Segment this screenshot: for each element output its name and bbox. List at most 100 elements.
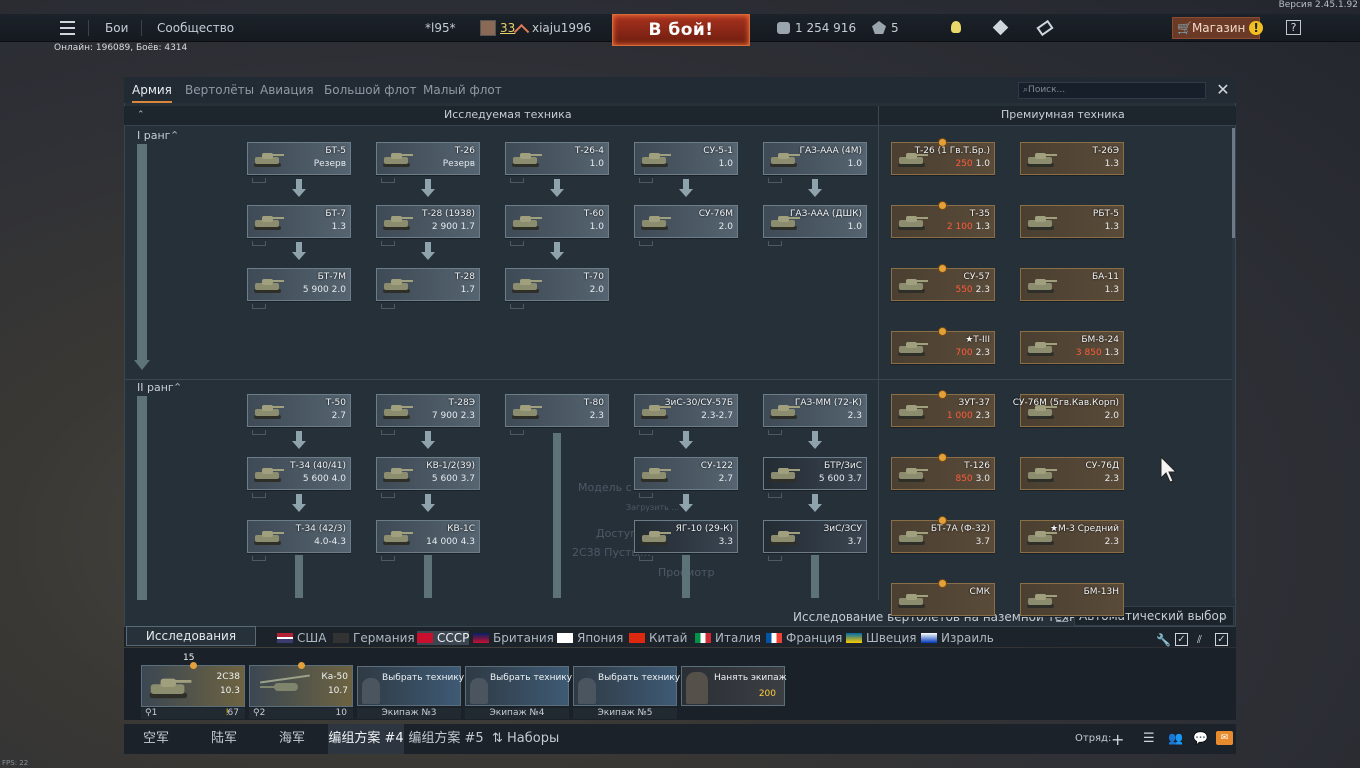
vehicle-icon: [1026, 276, 1057, 294]
tab-aviation[interactable]: Авиация: [260, 77, 314, 103]
vehicle-card[interactable]: ЯГ-10 (29-К) 3.3: [634, 520, 738, 561]
lightbulb-icon[interactable]: [951, 21, 961, 33]
vehicle-card[interactable]: Т-28 (1938) 2 900 1.7: [376, 205, 480, 246]
vehicle-card[interactable]: Т-34 (40/41) 5 600 4.0: [247, 457, 351, 498]
tab-helicopters[interactable]: Вертолёты: [185, 77, 254, 103]
premium-vehicle-card[interactable]: Т-126 850 3.0: [891, 453, 995, 490]
presets-button[interactable]: ⇅ Наборы: [492, 724, 559, 754]
tab-ground-preset[interactable]: 陆军: [200, 724, 248, 754]
chat-icon[interactable]: 💬: [1193, 731, 1208, 745]
vehicle-card[interactable]: ЗиС/ЗСУ 3.7: [763, 520, 867, 561]
nation-tab-usa[interactable]: США: [277, 631, 326, 645]
vehicle-card[interactable]: БТ-7 1.3: [247, 205, 351, 246]
premium-vehicle-card[interactable]: БА-11 1.3: [1020, 268, 1124, 301]
nation-tab-france[interactable]: Франция: [766, 631, 842, 645]
premium-vehicle-card[interactable]: СУ-76Д 2.3: [1020, 457, 1124, 490]
scrollbar[interactable]: [1232, 128, 1235, 598]
tab-army[interactable]: Армия: [132, 77, 172, 103]
nation-tab-ussr[interactable]: СССР: [417, 631, 470, 645]
premium-vehicle-card[interactable]: РБТ-5 1.3: [1020, 205, 1124, 238]
contacts-icon[interactable]: 👥: [1168, 731, 1183, 745]
chevron-up-icon[interactable]: ⌃: [170, 129, 179, 142]
vehicle-card[interactable]: Т-34 (42/3) 4.0-4.3: [247, 520, 351, 561]
hamburger-icon[interactable]: [60, 21, 75, 35]
premium-vehicle-card[interactable]: СУ-76М (5гв.Кав.Корп) 2.0: [1013, 394, 1124, 427]
premium-vehicle-card[interactable]: СМК: [891, 579, 995, 616]
chevron-up-icon[interactable]: ⌃: [173, 381, 182, 394]
vehicle-card[interactable]: БТР/ЗиС 5 600 3.7: [763, 457, 867, 498]
vehicle-card[interactable]: СУ-76М 2.0: [634, 205, 738, 246]
tab-preset-5[interactable]: 编组方案 #5: [408, 724, 484, 754]
vehicle-card[interactable]: Т-28Э 7 900 2.3: [376, 394, 480, 435]
vehicle-icon: [382, 465, 413, 483]
username[interactable]: xiaju1996: [532, 14, 591, 42]
to-battle-button[interactable]: В бой!: [612, 14, 750, 46]
premium-vehicle-card[interactable]: БТ-7А (Ф-32) 3.7: [891, 516, 995, 553]
vehicle-icon: [897, 528, 928, 546]
vehicle-card[interactable]: ГАЗ-ААА (4М) 1.0: [763, 142, 867, 183]
vehicle-card[interactable]: Т-26-4 1.0: [505, 142, 609, 183]
premium-vehicle-card[interactable]: Т-26Э 1.3: [1020, 142, 1124, 175]
premium-vehicle-card[interactable]: ★М-3 Средний 2.3: [1020, 520, 1124, 553]
close-icon[interactable]: ✕: [1214, 82, 1232, 100]
vehicle-card[interactable]: СУ-5-1 1.0: [634, 142, 738, 183]
collapse-all-icon[interactable]: ⌃: [137, 110, 145, 120]
vehicle-card[interactable]: Т-26 Резерв: [376, 142, 480, 183]
tab-naval-preset[interactable]: 海军: [268, 724, 316, 754]
vehicle-card[interactable]: ГАЗ-ММ (72-К) 2.3: [763, 394, 867, 435]
premium-vehicle-card[interactable]: БМ-8-24 3 850 1.3: [1020, 331, 1124, 364]
vehicle-card[interactable]: ЗиС-30/СУ-57Б 2.3-2.7: [634, 394, 738, 435]
squadron-tag[interactable]: *l95*: [425, 14, 456, 42]
mail-icon[interactable]: ✉: [1216, 731, 1233, 745]
vehicle-card[interactable]: ГАЗ-ААА (ДШК) 1.0: [763, 205, 867, 246]
nation-tab-japan[interactable]: Япония: [557, 631, 623, 645]
battles-menu[interactable]: Бои: [105, 14, 128, 42]
tab-air-preset[interactable]: 空军: [133, 724, 179, 754]
nation-tab-sweden[interactable]: Швеция: [846, 631, 916, 645]
help-button[interactable]: ?: [1286, 20, 1301, 35]
premium-vehicle-card[interactable]: Т-35 2 100 1.3: [891, 201, 995, 238]
nation-tab-israel[interactable]: Израиль: [921, 631, 994, 645]
research-toggle[interactable]: Исследования: [126, 626, 256, 646]
checkbox-icon[interactable]: ✓: [1175, 633, 1188, 646]
vehicle-card[interactable]: БТ-5 Резерв: [247, 142, 351, 183]
tab-coastal-fleet[interactable]: Малый флот: [423, 77, 502, 103]
vehicle-card[interactable]: Т-60 1.0: [505, 205, 609, 246]
nation-tab-germany[interactable]: Германия: [333, 631, 415, 645]
vehicle-card[interactable]: КВ-1/2(39) 5 600 3.7: [376, 457, 480, 498]
tab-bluewater-fleet[interactable]: Большой флот: [324, 77, 417, 103]
vehicle-name: Т-28: [454, 272, 475, 282]
vehicle-icon: [897, 591, 928, 609]
crew-slot-1[interactable]: 2С38 10.3: [141, 665, 245, 707]
vehicle-card[interactable]: Т-80 2.3: [505, 394, 609, 435]
vehicle-card[interactable]: Т-28 1.7: [376, 268, 480, 309]
checkbox-icon[interactable]: ✓: [1215, 633, 1228, 646]
premium-vehicle-card[interactable]: БМ-13Н: [1020, 583, 1124, 616]
vehicle-card[interactable]: СУ-122 2.7: [634, 457, 738, 498]
premium-vehicle-card[interactable]: СУ-57 550 2.3: [891, 264, 995, 301]
tab-preset-4[interactable]: 编组方案 #4: [328, 724, 404, 754]
vehicle-card[interactable]: Т-50 2.7: [247, 394, 351, 435]
rank-label-1[interactable]: I ранг: [137, 129, 170, 142]
nation-tab-britain[interactable]: Британия: [473, 631, 554, 645]
plus-icon[interactable]: +: [1111, 730, 1124, 749]
premium-vehicle-card[interactable]: ★Т-III 700 2.3: [891, 327, 995, 364]
avatar[interactable]: [480, 20, 496, 36]
vehicle-card[interactable]: КВ-1С 14 000 4.3: [376, 520, 480, 561]
rank-label-2[interactable]: II ранг: [137, 381, 174, 394]
premium-vehicle-card[interactable]: Т-26 (1 Гв.Т.Бр.) 250 1.0: [891, 138, 995, 175]
premium-vehicle-card[interactable]: ЗУТ-37 1 000 2.3: [891, 390, 995, 427]
shop-button[interactable]: 🛒Магазин !: [1172, 17, 1264, 39]
crew-soldier-icon: [578, 678, 596, 704]
vehicle-card[interactable]: Т-70 2.0: [505, 268, 609, 309]
crew-slot-2[interactable]: Ка-50 10.7: [249, 665, 353, 707]
vehicle-card[interactable]: БТ-7М 5 900 2.0: [247, 268, 351, 309]
community-menu[interactable]: Сообщество: [157, 14, 234, 42]
list-icon[interactable]: ☰: [1143, 731, 1155, 746]
wrench-icon[interactable]: 🔧: [1156, 633, 1171, 647]
rockets-icon[interactable]: ⫽: [1197, 633, 1202, 647]
nation-tab-italy[interactable]: Италия: [695, 631, 761, 645]
search-input[interactable]: ⌕Поиск...: [1018, 82, 1206, 99]
nation-tab-china[interactable]: Китай: [629, 631, 687, 645]
vehicle-icon: [640, 150, 671, 168]
